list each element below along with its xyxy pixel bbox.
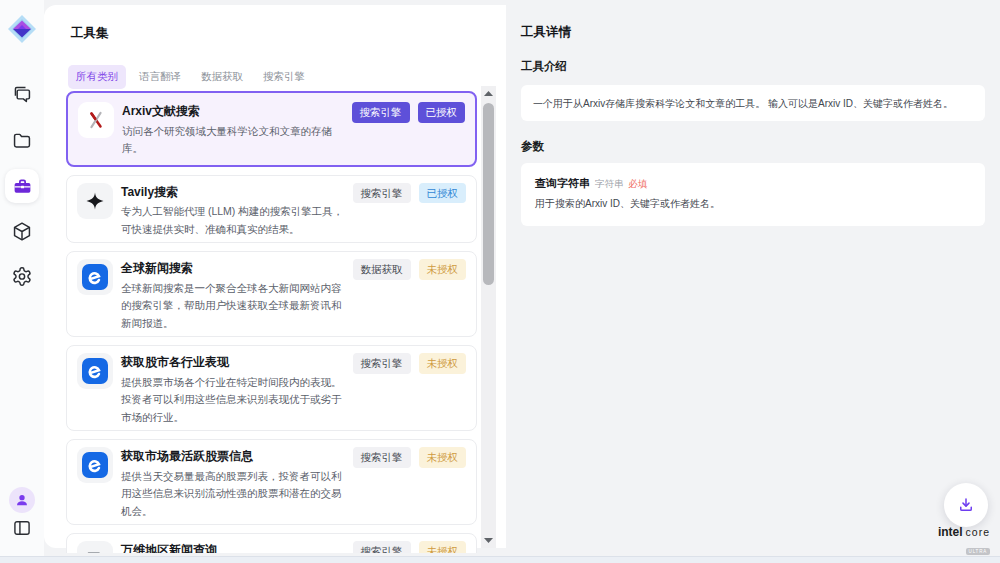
tools-panel: 工具集 所有类别 语言翻译 数据获取 搜索引擎 Arxiv文献搜索 搜索引擎 已… — [44, 5, 506, 548]
tool-name: 万维地区新闻查询 — [121, 541, 217, 553]
status-badge: 未授权 — [419, 259, 467, 280]
newspaper-icon — [77, 541, 113, 553]
detail-title: 工具详情 — [521, 24, 571, 41]
app-logo — [7, 14, 37, 44]
tool-description: 提供当天交易量最高的股票列表，投资者可以利用这些信息来识别流动性强的股票和潜在的… — [121, 468, 351, 521]
tool-description: 提供股票市场各个行业在特定时间段内的表现。投资者可以利用这些信息来识别表现优于或… — [121, 374, 351, 427]
download-button[interactable] — [944, 483, 988, 527]
settings-icon[interactable] — [12, 266, 33, 287]
intro-text: 一个用于从Arxiv存储库搜索科学论文和文章的工具。 输入可以是Arxiv ID… — [533, 98, 953, 109]
tool-card-stock-sectors[interactable]: 获取股市各行业表现 搜索引擎 未授权 提供股票市场各个行业在特定时间段内的表现。… — [66, 345, 477, 431]
status-badge: 已授权 — [418, 102, 466, 123]
tab-language-translation[interactable]: 语言翻译 — [139, 70, 181, 84]
tab-data-fetch[interactable]: 数据获取 — [201, 70, 243, 84]
category-tabs: 所有类别 语言翻译 数据获取 搜索引擎 — [68, 65, 305, 89]
layout-panel-icon[interactable] — [12, 518, 32, 538]
tool-list: Arxiv文献搜索 搜索引擎 已授权 访问各个研究领域大量科学论文和文章的存储库… — [66, 91, 477, 553]
category-badge: 搜索引擎 — [353, 353, 411, 374]
arxiv-icon — [78, 102, 114, 138]
scrollbar-thumb[interactable] — [483, 103, 494, 285]
category-badge: 搜索引擎 — [353, 183, 411, 204]
category-badge: 搜索引擎 — [353, 541, 411, 553]
param-name: 查询字符串 — [535, 176, 590, 191]
status-badge: 未授权 — [419, 541, 467, 553]
intro-heading: 工具介绍 — [521, 59, 567, 74]
params-heading: 参数 — [521, 139, 544, 154]
tab-search-engine[interactable]: 搜索引擎 — [263, 70, 305, 84]
folder-icon[interactable] — [12, 130, 33, 151]
bottom-edge — [0, 556, 1000, 563]
tool-card-arxiv[interactable]: Arxiv文献搜索 搜索引擎 已授权 访问各个研究领域大量科学论文和文章的存储库… — [66, 91, 477, 167]
status-badge: 未授权 — [419, 447, 467, 468]
user-avatar-icon[interactable] — [9, 487, 35, 513]
param-card: 查询字符串 字符串 必填 用于搜索的Arxiv ID、关键字或作者姓名。 — [521, 163, 985, 226]
chat-icon[interactable] — [12, 84, 33, 105]
category-badge: 搜索引擎 — [352, 102, 410, 123]
status-badge: 已授权 — [419, 183, 467, 204]
juhe-icon — [77, 259, 113, 295]
sidebar-item-tools[interactable] — [5, 169, 39, 203]
tool-name: 全球新闻搜索 — [121, 259, 193, 278]
download-icon — [957, 496, 975, 514]
tool-name: 获取市场最活跃股票信息 — [121, 447, 253, 466]
param-description: 用于搜索的Arxiv ID、关键字或作者姓名。 — [535, 197, 971, 211]
tool-description: 访问各个研究领域大量科学论文和文章的存储库。 — [122, 123, 352, 158]
intro-card: 一个用于从Arxiv存储库搜索科学论文和文章的工具。 输入可以是Arxiv ID… — [521, 85, 985, 121]
tool-name: Tavily搜索 — [121, 183, 178, 202]
briefcase-icon — [12, 176, 33, 197]
tool-card-tavily[interactable]: Tavily搜索 搜索引擎 已授权 专为人工智能代理 (LLM) 构建的搜索引擎… — [66, 175, 477, 244]
param-required-flag: 必填 — [629, 178, 648, 191]
sidebar — [0, 0, 44, 556]
juhe-icon — [77, 447, 113, 483]
tool-card-global-news[interactable]: 全球新闻搜索 数据获取 未授权 全球新闻搜索是一个聚合全球各大新闻网站内容的搜索… — [66, 251, 477, 337]
category-badge: 搜索引擎 — [353, 447, 411, 468]
list-scrollbar[interactable] — [481, 86, 496, 548]
tab-all-categories[interactable]: 所有类别 — [68, 65, 126, 89]
tavily-icon — [77, 183, 113, 219]
juhe-icon — [77, 353, 113, 389]
param-type: 字符串 — [595, 178, 624, 191]
page-title: 工具集 — [71, 25, 109, 42]
tool-name: Arxiv文献搜索 — [122, 102, 200, 121]
intel-core-logo: intel core ULTRA — [926, 525, 990, 557]
category-badge: 数据获取 — [353, 259, 411, 280]
package-icon[interactable] — [12, 221, 33, 242]
ultra-badge: ULTRA — [966, 548, 990, 555]
scroll-down-arrow[interactable] — [481, 534, 496, 547]
tool-card-active-stocks[interactable]: 获取市场最活跃股票信息 搜索引擎 未授权 提供当天交易量最高的股票列表，投资者可… — [66, 439, 477, 525]
scroll-up-arrow[interactable] — [481, 87, 496, 100]
tool-card-regional-news[interactable]: 万维地区新闻查询 搜索引擎 未授权 查询具体行政区划内的新闻，快速了解各地新闻动 — [66, 533, 477, 553]
tool-description: 专为人工智能代理 (LLM) 构建的搜索引擎工具，可快速提供实时、准确和真实的结… — [121, 203, 351, 238]
tool-description: 全球新闻搜索是一个聚合全球各大新闻网站内容的搜索引擎，帮助用户快速获取全球最新资… — [121, 280, 351, 333]
tool-name: 获取股市各行业表现 — [121, 353, 229, 372]
status-badge: 未授权 — [419, 353, 467, 374]
